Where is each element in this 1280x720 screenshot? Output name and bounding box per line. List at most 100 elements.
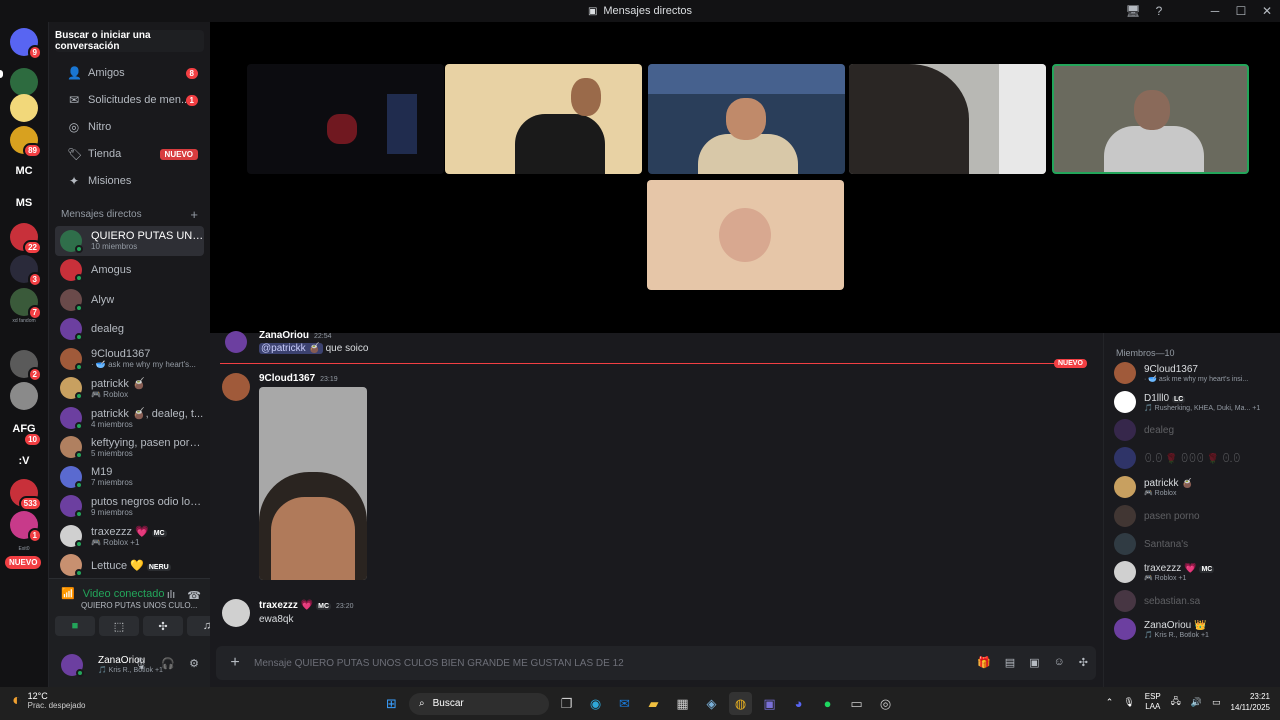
app-icon[interactable]: ◎ bbox=[874, 692, 897, 715]
spotify-icon[interactable]: ● bbox=[816, 692, 839, 715]
message-author[interactable]: 9Cloud1367 bbox=[259, 373, 315, 384]
video-tile[interactable] bbox=[849, 64, 1046, 174]
search-conversation-button[interactable]: Buscar o iniciar una conversación bbox=[55, 30, 204, 52]
server-icon[interactable]: MC bbox=[10, 157, 38, 185]
dm-item[interactable]: QUIERO PUTAS UNO... 10 miembros bbox=[55, 226, 204, 256]
member-item[interactable]: patrickk 🧉 🎮 Roblox bbox=[1114, 474, 1194, 500]
screen-share-button[interactable]: ⬚ bbox=[99, 616, 139, 636]
add-dm-icon[interactable]: + bbox=[190, 207, 198, 222]
nav-item-misiones[interactable]: ✦ Misiones bbox=[55, 168, 204, 194]
avatar[interactable] bbox=[225, 331, 247, 353]
server-icon[interactable]: :V bbox=[10, 447, 38, 475]
dm-item[interactable]: Lettuce 💛 NERU bbox=[55, 551, 204, 581]
terminal-icon[interactable]: ▭ bbox=[845, 692, 868, 715]
member-item[interactable]: D1lll0 LC 🎵 Rusherking, KHEA, Duki, Ma... … bbox=[1114, 389, 1260, 415]
start-windows-icon[interactable]: ⊞ bbox=[380, 692, 403, 715]
server-icon[interactable]: 1 bbox=[10, 511, 42, 543]
server-icon[interactable]: 22 bbox=[10, 223, 42, 255]
server-name-small[interactable]: xd fandom bbox=[6, 318, 42, 324]
server-icon[interactable] bbox=[10, 94, 38, 122]
member-item[interactable]: Santana's bbox=[1114, 531, 1188, 557]
teams-icon[interactable]: ▣ bbox=[758, 692, 781, 715]
language-indicator[interactable]: ESP LAA bbox=[1145, 692, 1161, 712]
video-tile-speaking[interactable] bbox=[1052, 64, 1249, 174]
headphones-icon[interactable]: 🎧 bbox=[161, 657, 175, 670]
chrome-icon[interactable]: ◍ bbox=[729, 692, 752, 715]
noise-suppression-icon[interactable]: ılı bbox=[167, 589, 176, 602]
user-panel[interactable]: ZanaOriou 🎵 Kris R., Botlok +1 🎙 🎧 ⚙ bbox=[49, 642, 211, 687]
server-icon[interactable]: 3 bbox=[10, 255, 42, 287]
avatar[interactable] bbox=[222, 599, 250, 627]
edge-icon[interactable]: ◉ bbox=[584, 692, 607, 715]
dm-item[interactable]: putos negros odio los... 9 miembros bbox=[55, 492, 204, 522]
steam-icon[interactable]: ◈ bbox=[700, 692, 723, 715]
inbox-button-icon[interactable]: 🖥 bbox=[1120, 4, 1146, 18]
taskbar-search[interactable]: ⌕ Buscar bbox=[409, 692, 549, 715]
member-item[interactable]: traxezzz 💗 MC 🎮 Roblox +1 bbox=[1114, 559, 1215, 585]
clock[interactable]: 23:21 14/11/2025 bbox=[1231, 691, 1270, 713]
dm-item[interactable]: dealeg bbox=[55, 315, 204, 345]
tray-chevron-icon[interactable]: ⌃ bbox=[1106, 697, 1114, 708]
server-icon[interactable]: MS bbox=[10, 189, 38, 217]
nav-item-tienda[interactable]: 🏷 Tienda NUEVO bbox=[55, 141, 204, 167]
outlook-icon[interactable]: ✉ bbox=[613, 692, 636, 715]
activities-button[interactable]: ✣ bbox=[143, 616, 183, 636]
video-tile[interactable] bbox=[648, 64, 845, 174]
image-attachment[interactable] bbox=[259, 387, 367, 580]
store-icon[interactable]: ▦ bbox=[671, 692, 694, 715]
member-item[interactable]: ꏿ.ꏿ 🌹 ꏿꏿꏿ 🌹 ꏿ.ꏿ bbox=[1114, 445, 1240, 471]
video-tile[interactable] bbox=[445, 64, 642, 174]
dm-item[interactable]: traxezzz 💗 MC 🎮 Roblox +1 bbox=[55, 521, 204, 551]
server-icon[interactable]: AFG 10 bbox=[10, 415, 42, 447]
server-icon[interactable] bbox=[10, 382, 38, 410]
dm-item[interactable]: patrickk 🧉 🎮 Roblox bbox=[55, 374, 204, 404]
minimize-button[interactable]: ─ bbox=[1202, 4, 1228, 18]
weather-widget[interactable]: ◐ 12°C Prac. despejado bbox=[12, 691, 86, 710]
settings-gear-icon[interactable]: ⚙ bbox=[189, 657, 199, 670]
apps-icon[interactable]: ✣ bbox=[1079, 656, 1088, 669]
member-item[interactable]: 9Cloud1367 · 🥣 ask me why my heart's insi… bbox=[1114, 360, 1248, 386]
maximize-button[interactable]: ☐ bbox=[1228, 4, 1254, 18]
nav-item-nitro[interactable]: ◎ Nitro bbox=[55, 114, 204, 140]
server-icon[interactable]: 9 bbox=[10, 28, 42, 60]
mic-tray-icon[interactable]: 🎙 bbox=[1123, 697, 1134, 708]
server-icon[interactable]: 89 bbox=[10, 126, 42, 158]
member-item[interactable]: dealeg bbox=[1114, 417, 1174, 443]
disconnect-icon[interactable]: ☎ bbox=[187, 589, 201, 602]
message-input[interactable]: Mensaje QUIERO PUTAS UNOS CULOS BIEN GRA… bbox=[254, 658, 624, 669]
close-button[interactable]: ✕ bbox=[1254, 4, 1280, 18]
file-explorer-icon[interactable]: ▰ bbox=[642, 692, 665, 715]
dm-item[interactable]: keftyying, pasen porn... 5 miembros bbox=[55, 433, 204, 463]
microphone-icon[interactable]: 🎙 bbox=[133, 657, 147, 670]
member-item[interactable]: pasen porno bbox=[1114, 503, 1200, 529]
nav-item-amigos[interactable]: 👤 Amigos 8 bbox=[55, 60, 204, 86]
dm-item[interactable]: M19 7 miembros bbox=[55, 462, 204, 492]
camera-button[interactable]: ■ bbox=[55, 616, 95, 636]
sticker-icon[interactable]: ▣ bbox=[1029, 656, 1039, 669]
avatar[interactable] bbox=[61, 653, 84, 677]
new-server-badge[interactable]: NUEVO bbox=[5, 556, 42, 569]
volume-icon[interactable]: 🔊 bbox=[1191, 697, 1202, 708]
message-composer[interactable]: + Mensaje QUIERO PUTAS UNOS CULOS BIEN G… bbox=[216, 646, 1096, 680]
battery-icon[interactable]: ▭ bbox=[1212, 697, 1221, 708]
message-author[interactable]: traxezzz 💗 bbox=[259, 600, 313, 611]
server-icon[interactable] bbox=[10, 68, 38, 96]
voice-channel-name[interactable]: QUIERO PUTAS UNOS CULO... bbox=[81, 601, 197, 610]
help-icon[interactable]: ? bbox=[1146, 4, 1172, 18]
member-item[interactable]: ZanaOriou 👑 🎵 Kris R., Botlok +1 bbox=[1114, 616, 1209, 642]
task-view-icon[interactable]: ❐ bbox=[555, 692, 578, 715]
dm-item[interactable]: 9Cloud1367 · 🥣 ask me why my heart's... bbox=[55, 344, 204, 374]
attach-plus-icon[interactable]: + bbox=[216, 654, 254, 672]
gift-icon[interactable]: 🎁 bbox=[977, 656, 991, 669]
dm-item[interactable]: patrickk 🧉, dealeg, t... 4 miembros bbox=[55, 403, 204, 433]
dm-item[interactable]: Alyw bbox=[55, 285, 204, 315]
gif-icon[interactable]: ▤ bbox=[1005, 656, 1015, 669]
nav-item-solicitudes[interactable]: ✉ Solicitudes de men... 1 bbox=[55, 87, 204, 113]
emoji-icon[interactable]: ☺ bbox=[1054, 656, 1065, 669]
server-icon[interactable]: 533 bbox=[10, 479, 42, 511]
dm-item[interactable]: Amogus bbox=[55, 256, 204, 286]
server-icon[interactable]: 2 bbox=[10, 350, 42, 382]
message-author[interactable]: ZanaOriou bbox=[259, 330, 309, 341]
user-mention[interactable]: @patrickk 🧉 bbox=[259, 343, 323, 354]
avatar[interactable] bbox=[222, 373, 250, 401]
